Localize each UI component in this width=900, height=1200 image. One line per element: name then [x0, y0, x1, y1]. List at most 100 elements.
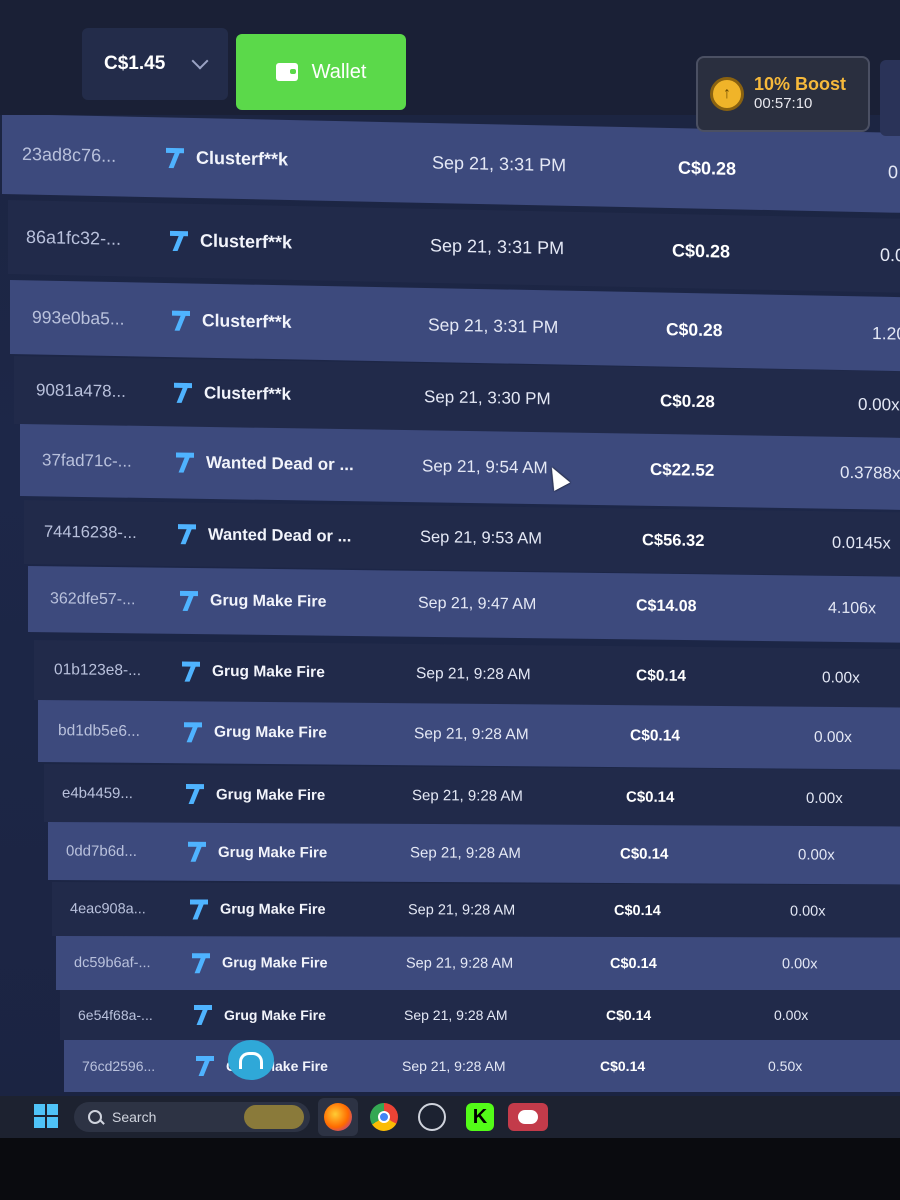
game-cell[interactable]: Grug Make Fire	[182, 662, 325, 683]
game-name: Wanted Dead or ...	[208, 525, 352, 546]
bet-multiplier: 1.20	[872, 323, 900, 344]
bet-multiplier: 4.106x	[828, 599, 877, 618]
game-cell[interactable]: Clusterf**k	[170, 230, 292, 254]
boost-button[interactable]: ↑ 10% Boost 00:57:10	[696, 56, 870, 132]
game-cell[interactable]: Grug Make Fire	[184, 722, 327, 743]
table-row[interactable]: 362dfe57-... Grug Make Fire Sep 21, 9:47 A…	[28, 566, 900, 643]
taskbar-search[interactable]: Search	[74, 1102, 310, 1132]
bet-amount: C$0.14	[620, 845, 669, 863]
windows-start-icon[interactable]	[34, 1104, 58, 1128]
table-row[interactable]: 6e54f68a-... Grug Make Fire Sep 21, 9:28 A…	[60, 990, 900, 1040]
boost-label: 10% Boost	[754, 74, 847, 94]
monitor-bezel	[0, 1138, 900, 1200]
table-row[interactable]: 01b123e8-... Grug Make Fire Sep 21, 9:28 A…	[34, 640, 900, 710]
bet-date: Sep 21, 9:28 AM	[412, 787, 523, 805]
bet-id[interactable]: 01b123e8-...	[54, 661, 141, 680]
game-cell[interactable]: Grug Make Fire	[194, 1005, 326, 1025]
bet-id[interactable]: 76cd2596...	[82, 1058, 155, 1074]
game-name: Grug Make Fire	[222, 955, 328, 972]
game-cell[interactable]: Grug Make Fire	[192, 953, 328, 973]
wallet-label: Wallet	[311, 60, 367, 83]
game-cell[interactable]: Clusterf**k	[166, 147, 288, 171]
casino-screen: 23ad8c76... Clusterf**k Sep 21, 3:31 PM C$0…	[0, 0, 900, 1135]
game-name: Clusterf**k	[202, 310, 292, 332]
table-row[interactable]: 86a1fc32-... Clusterf**k Sep 21, 3:31 PM C$…	[8, 200, 900, 294]
game-cell[interactable]: Grug Make Fire	[180, 591, 326, 613]
game-provider-icon	[174, 383, 192, 403]
bet-date: Sep 21, 9:28 AM	[410, 844, 521, 862]
bet-id[interactable]: 993e0ba5...	[32, 307, 124, 330]
game-cell[interactable]: Wanted Dead or ...	[176, 452, 354, 475]
table-row[interactable]: e4b4459... Grug Make Fire Sep 21, 9:28 AM C…	[44, 764, 900, 829]
bet-multiplier: 0.00x	[814, 728, 852, 747]
chrome-icon[interactable]	[370, 1103, 398, 1131]
table-row[interactable]: bd1db5e6... Grug Make Fire Sep 21, 9:28 AM…	[38, 700, 900, 770]
kick-icon[interactable]: K	[466, 1103, 494, 1131]
game-name: Grug Make Fire	[210, 592, 327, 611]
bet-id[interactable]: bd1db5e6...	[58, 722, 140, 741]
bet-amount: C$0.14	[626, 788, 675, 806]
bet-id[interactable]: 362dfe57-...	[50, 590, 135, 609]
bet-date: Sep 21, 9:54 AM	[422, 456, 548, 478]
balance-dropdown[interactable]: C$1.45	[82, 28, 228, 100]
game-cell[interactable]: Grug Make Fire	[188, 842, 327, 863]
bet-id[interactable]: 86a1fc32-...	[26, 227, 121, 250]
game-provider-icon	[172, 310, 190, 330]
bet-id[interactable]: 4eac908a...	[70, 901, 146, 917]
bet-id[interactable]: 6e54f68a-...	[78, 1007, 153, 1023]
bet-id[interactable]: 23ad8c76...	[22, 144, 116, 167]
bet-history-table: 23ad8c76... Clusterf**k Sep 21, 3:31 PM C$0…	[0, 0, 900, 1100]
bet-multiplier: 0.0	[880, 244, 900, 266]
bet-amount: C$0.28	[666, 319, 723, 341]
table-row[interactable]: dc59b6af-... Grug Make Fire Sep 21, 9:28 A…	[56, 936, 900, 992]
game-cell[interactable]: Grug Make Fire	[190, 899, 326, 919]
game-cell[interactable]: Clusterf**k	[174, 383, 291, 405]
game-cell[interactable]: Wanted Dead or ...	[178, 524, 351, 546]
bet-amount: C$56.32	[642, 531, 705, 551]
game-provider-icon	[196, 1056, 214, 1076]
bet-amount: C$0.14	[610, 955, 657, 973]
game-cell[interactable]: Clusterf**k	[172, 310, 291, 333]
table-row[interactable]: 4eac908a... Grug Make Fire Sep 21, 9:28 AM…	[52, 882, 900, 940]
bet-date: Sep 21, 9:28 AM	[404, 1007, 508, 1023]
bet-amount: C$0.14	[636, 667, 686, 685]
wallet-button[interactable]: Wallet	[236, 34, 406, 110]
headset-icon	[239, 1051, 263, 1069]
bet-amount: C$0.14	[606, 1007, 652, 1023]
table-row[interactable]: 76cd2596... Grug Make Fire Sep 21, 9:28 AM…	[64, 1040, 900, 1092]
bet-date: Sep 21, 3:30 PM	[424, 387, 551, 409]
steam-icon[interactable]	[418, 1103, 446, 1131]
bet-date: Sep 21, 9:53 AM	[420, 528, 543, 548]
discord-icon[interactable]	[508, 1103, 548, 1131]
bet-id[interactable]: 37fad71c-...	[42, 450, 132, 471]
bet-date: Sep 21, 9:47 AM	[418, 594, 537, 614]
bet-multiplier: 0.00x	[798, 846, 835, 864]
support-chat-button[interactable]	[228, 1040, 274, 1080]
balance-value: C$1.45	[104, 53, 166, 74]
table-row[interactable]: 0dd7b6d... Grug Make Fire Sep 21, 9:28 AM C…	[48, 822, 900, 885]
header-edge-button[interactable]	[880, 60, 900, 136]
bet-multiplier: 0.3788x	[840, 462, 900, 483]
boost-coin-icon: ↑	[710, 77, 744, 111]
bet-date: Sep 21, 9:28 AM	[406, 955, 514, 972]
bet-id[interactable]: 74416238-...	[44, 523, 137, 543]
search-label: Search	[112, 1109, 157, 1125]
game-name: Clusterf**k	[196, 147, 289, 170]
game-provider-icon	[186, 784, 204, 804]
bet-id[interactable]: 0dd7b6d...	[66, 843, 137, 860]
bet-multiplier: 0.00x	[822, 669, 860, 687]
game-cell[interactable]: Grug Make Fire	[186, 784, 325, 805]
bet-date: Sep 21, 9:28 AM	[402, 1058, 506, 1074]
bet-date: Sep 21, 9:28 AM	[416, 665, 531, 684]
bet-multiplier: 0.0145x	[832, 533, 891, 553]
game-name: Grug Make Fire	[224, 1007, 326, 1023]
game-name: Grug Make Fire	[212, 662, 325, 682]
table-row[interactable]: 74416238-... Wanted Dead or ... Sep 21, 9:…	[24, 500, 900, 577]
bet-id[interactable]: dc59b6af-...	[74, 955, 151, 971]
bet-id[interactable]: e4b4459...	[62, 785, 133, 802]
bet-multiplier: 0	[888, 162, 899, 183]
bet-id[interactable]: 9081a478...	[36, 380, 126, 402]
boost-timer: 00:57:10	[754, 95, 813, 112]
firefox-icon[interactable]	[324, 1103, 352, 1131]
table-row[interactable]: 37fad71c-... Wanted Dead or ... Sep 21, 9:…	[20, 424, 900, 511]
